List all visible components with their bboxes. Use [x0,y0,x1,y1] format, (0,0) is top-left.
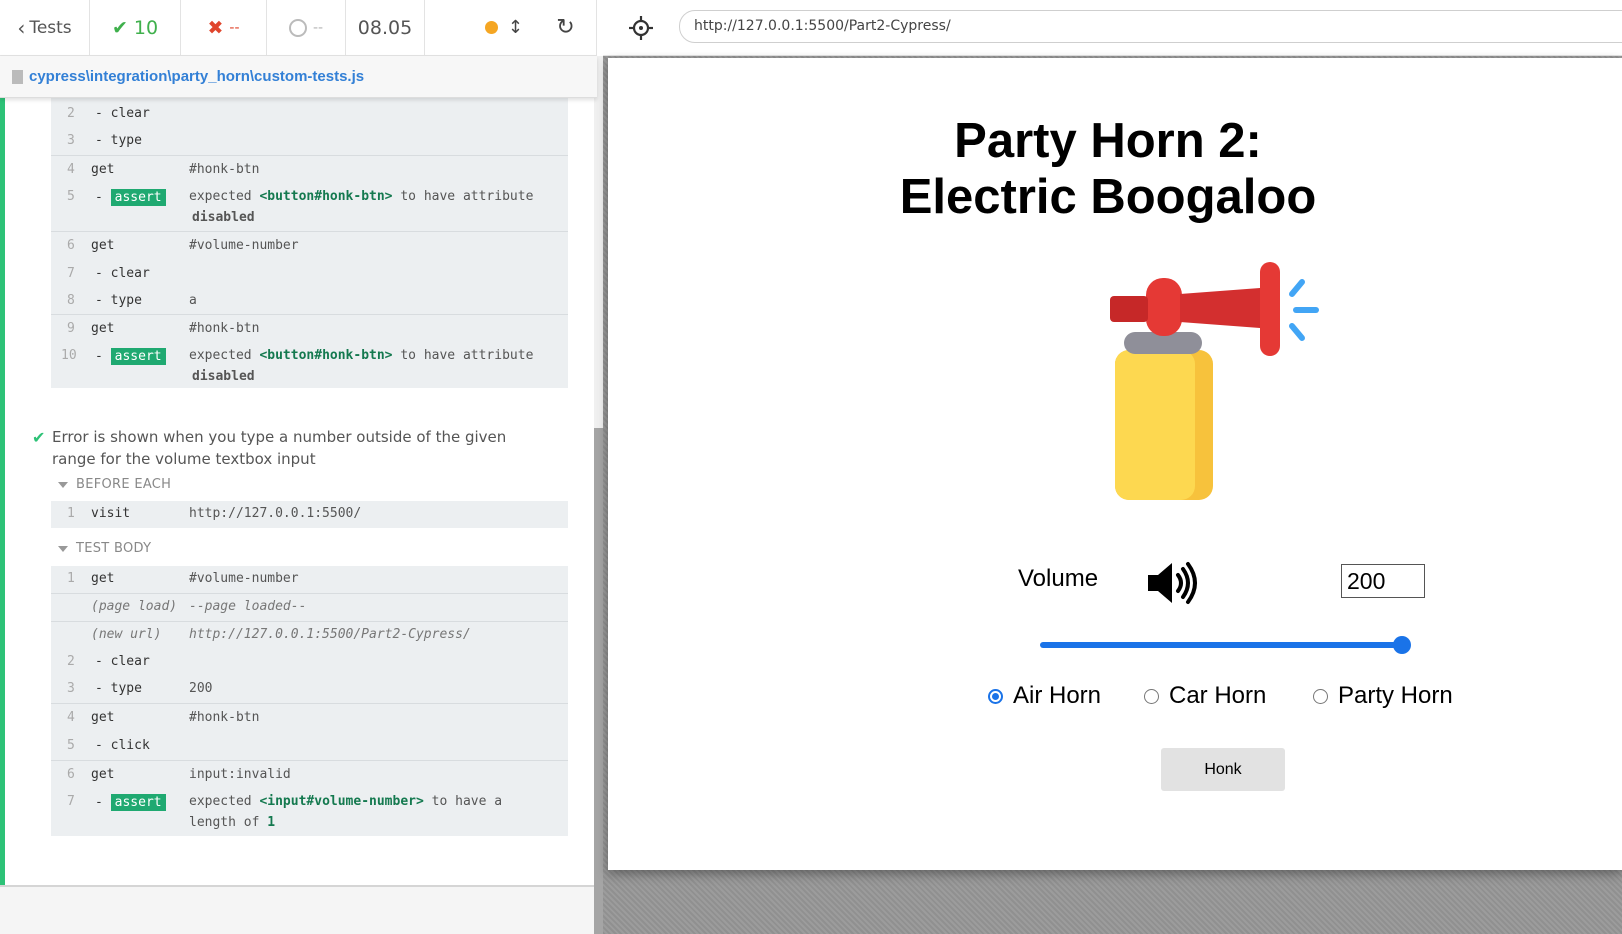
radio-car-horn-input[interactable] [1144,688,1159,704]
hook-before-each[interactable]: BEFORE EACH [58,477,171,492]
file-icon [12,69,23,84]
volume-slider-thumb[interactable] [1393,636,1411,654]
assert-badge: assert [110,348,166,365]
test-title[interactable]: Error is shown when you type a number ou… [52,426,532,470]
x-icon: ✖ [207,16,224,39]
radio-air-horn[interactable]: Air Horn [988,682,1101,710]
expand-vertical-icon[interactable]: ↕ [508,17,523,38]
crosshairs-icon[interactable] [627,14,655,42]
redo-icon: ↻ [556,15,575,40]
volume-label: Volume [1018,565,1099,592]
volume-number-input[interactable] [1341,564,1425,598]
tests-back-button[interactable]: ‹ Tests [0,0,90,55]
volume-slider[interactable] [1032,634,1412,656]
controls: ↕ [425,0,535,55]
assert-badge: assert [110,794,166,811]
passed-count: 10 [133,16,159,39]
page-title: Party Horn 2: Electric Boogaloo [899,114,1317,224]
command-log-before-each: 1 visit http://127.0.0.1:5500/ [51,501,568,528]
chevron-left-icon: ‹ [17,15,26,40]
air-horn-icon [1110,262,1319,500]
volume-slider-track [1040,642,1402,648]
spec-file-bar: cypress\integration\party_horn\custom-te… [0,56,597,98]
failed-count: -- [229,19,240,36]
volume-high-icon [1148,562,1197,604]
aut-header: http://127.0.0.1:5500/Part2-Cypress/ [603,0,1622,56]
status-dot-icon [484,21,498,34]
radio-party-horn[interactable]: Party Horn [1313,682,1453,710]
cypress-reporter: ‹ Tests ✔ 10 ✖ -- -- 08.05 ↕ ↻ cypress\i… [0,0,603,934]
radio-car-horn[interactable]: Car Horn [1144,682,1266,710]
pending-count: -- [312,19,324,36]
passed-stat: ✔ 10 [90,0,181,55]
rerun-button[interactable]: ↻ [535,0,597,55]
assert-badge: assert [110,189,166,206]
failed-stat: ✖ -- [181,0,266,55]
circle-notch-icon [288,18,307,37]
duration-stat: 08.05 [346,0,425,55]
radio-air-horn-input[interactable] [988,688,1003,704]
spec-file-path[interactable]: cypress\integration\party_horn\custom-te… [29,68,364,85]
caret-down-icon [58,545,68,552]
tests-label: Tests [29,17,72,38]
command-log-test-body: 1 get #volume-number (page load) --page … [51,566,568,836]
check-icon: ✔ [111,16,128,39]
duration: 08.05 [357,16,413,39]
reporter-footer [0,887,594,934]
url-bar[interactable]: http://127.0.0.1:5500/Part2-Cypress/ [679,10,1622,43]
passed-indicator-stripe [0,98,5,885]
reporter-header: ‹ Tests ✔ 10 ✖ -- -- 08.05 ↕ ↻ [0,0,597,56]
reporter-scrollbar-thumb[interactable] [594,428,603,934]
caret-down-icon [58,481,68,488]
radio-party-horn-input[interactable] [1313,688,1328,704]
pending-stat: -- [266,0,346,55]
command-log-previous: 2 - clear 3 - type 4 get #honk-btn 5 - a… [51,98,568,388]
test-passed-check-icon: ✔ [32,428,46,447]
app-under-test: Party Horn 2: Electric Boogaloo Volume A… [608,58,1622,870]
honk-button[interactable]: Honk [1161,748,1285,791]
hook-test-body[interactable]: TEST BODY [58,541,151,556]
runnables: 2 - clear 3 - type 4 get #honk-btn 5 - a… [0,98,594,934]
